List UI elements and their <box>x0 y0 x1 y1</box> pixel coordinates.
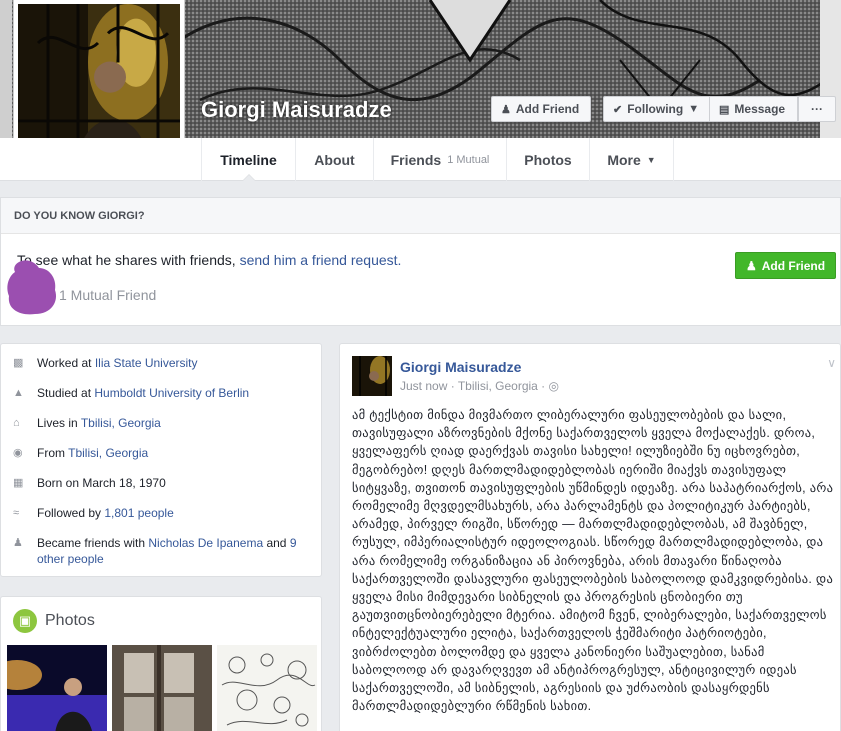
intro-followers-text: Followed by <box>37 506 105 520</box>
caret-down-icon: ▼ <box>688 103 700 115</box>
calendar-icon: ▦ <box>13 477 24 489</box>
message-button[interactable]: ▤ Message <box>709 96 798 122</box>
photo-thumbnail[interactable] <box>112 645 212 731</box>
check-icon: ✔ <box>613 103 623 116</box>
rss-icon: ≈ <box>13 507 20 519</box>
do-you-know-heading: DO YOU KNOW GIORGI? <box>1 198 840 234</box>
post-timestamp[interactable]: Just now <box>400 379 447 393</box>
cover-edge <box>0 0 12 138</box>
briefcase-icon: ▩ <box>13 357 24 369</box>
following-label: Following <box>627 102 684 116</box>
intro-friends-and: and <box>263 536 290 550</box>
post-author-name[interactable]: Giorgi Maisuradze <box>400 359 521 375</box>
do-you-know-box: DO YOU KNOW GIORGI? To see what he share… <box>0 197 841 326</box>
add-friend-label: Add Friend <box>515 102 580 116</box>
add-friend-green-label: Add Friend <box>761 258 826 273</box>
intro-lives-link[interactable]: Tbilisi, Georgia <box>81 416 161 430</box>
intro-work: ▩ Worked at Ilia State University <box>13 355 327 371</box>
photos-icon: ▣ <box>13 609 37 633</box>
post-body-text: ამ ტექსტით მინდა მივმართო ლიბერალური ფას… <box>352 408 834 714</box>
tab-photos-label: Photos <box>524 151 572 168</box>
friends-icon: ♟ <box>13 537 23 549</box>
mutual-count: 1 Mutual <box>447 153 490 166</box>
friend-request-prompt: To see what he shares with friends, send… <box>17 252 401 268</box>
intro-from-link[interactable]: Tbilisi, Georgia <box>68 446 148 460</box>
intro-education: ▲ Studied at Humboldt University of Berl… <box>13 385 327 401</box>
add-friend-icon: ♟ <box>501 103 511 116</box>
photo-thumbnail-image <box>7 645 107 731</box>
more-dots-icon: ··· <box>811 102 823 116</box>
tab-photos[interactable]: Photos <box>506 138 589 181</box>
add-friend-button[interactable]: ♟ Add Friend <box>491 96 591 122</box>
intro-from: ◉ From Tbilisi, Georgia <box>13 445 327 461</box>
post-location[interactable]: Tbilisi, Georgia <box>458 379 538 393</box>
caret-down-icon: ▼ <box>646 154 656 165</box>
home-icon: ⌂ <box>13 417 20 429</box>
intro-friends-text: Became friends with <box>37 536 149 550</box>
tab-more[interactable]: More ▼ <box>589 138 674 181</box>
intro-followers-link[interactable]: 1,801 people <box>104 506 173 520</box>
intro-education-link[interactable]: Humboldt University of Berlin <box>94 386 249 400</box>
message-label: Message <box>734 102 786 116</box>
globe-icon: ◎ <box>548 379 559 393</box>
post-meta: Just now · Tbilisi, Georgia · ◎ <box>400 379 559 393</box>
tab-about[interactable]: About <box>295 138 373 181</box>
intro-card: ▩ Worked at Ilia State University ▲ Stud… <box>0 343 322 577</box>
intro-from-text: From <box>37 446 69 460</box>
following-button[interactable]: ✔ Following ▼ <box>603 96 709 122</box>
mutual-friend-count[interactable]: 1 Mutual Friend <box>59 287 156 303</box>
location-pin-icon: ◉ <box>13 447 23 459</box>
add-friend-green-button[interactable]: ♟ Add Friend <box>735 252 836 279</box>
profile-nav-bar: Timeline About Friends 1 Mutual Photos M… <box>0 138 841 181</box>
timeline-post: Giorgi Maisuradze Just now · Tbilisi, Ge… <box>339 343 841 731</box>
add-friend-icon: ♟ <box>745 258 757 273</box>
intro-education-text: Studied at <box>37 386 95 400</box>
photos-title[interactable]: Photos <box>45 612 95 630</box>
profile-name[interactable]: Giorgi Maisuradze <box>201 97 392 123</box>
intro-friends: ♟ Became friends with Nicholas De Ipanem… <box>13 535 317 567</box>
photo-thumbnail-image <box>217 645 317 731</box>
send-friend-request-link[interactable]: send him a friend request. <box>240 252 402 268</box>
message-icon: ▤ <box>719 103 730 116</box>
more-options-button[interactable]: ··· <box>798 96 836 122</box>
chevron-down-icon[interactable]: ∨ <box>827 356 836 370</box>
profile-photo <box>18 4 180 158</box>
photo-thumbnail[interactable] <box>217 645 317 731</box>
intro-born-text: Born on March 18, 1970 <box>37 476 166 490</box>
intro-work-link[interactable]: Ilia State University <box>95 356 198 370</box>
tab-timeline[interactable]: Timeline <box>201 138 295 181</box>
tab-friends-label: Friends <box>390 151 442 168</box>
photo-thumbnail-image <box>112 645 212 731</box>
post-author-avatar[interactable] <box>352 356 392 396</box>
tab-timeline-label: Timeline <box>220 151 277 168</box>
intro-lives-text: Lives in <box>37 416 81 430</box>
tab-more-label: More <box>607 151 641 168</box>
active-tab-indicator <box>241 174 256 181</box>
photo-thumbnail[interactable] <box>7 645 107 731</box>
intro-friend-name-link[interactable]: Nicholas De Ipanema <box>148 536 263 550</box>
mutual-friend-avatar[interactable] <box>5 258 59 318</box>
intro-lives: ⌂ Lives in Tbilisi, Georgia <box>13 415 327 431</box>
intro-followers: ≈ Followed by 1,801 people <box>13 505 327 521</box>
tab-about-label: About <box>314 151 355 168</box>
intro-born: ▦ Born on March 18, 1970 <box>13 475 327 491</box>
tab-friends[interactable]: Friends 1 Mutual <box>373 138 506 181</box>
photos-card: ▣ Photos <box>0 596 322 731</box>
graduation-cap-icon: ▲ <box>13 387 24 399</box>
intro-work-text: Worked at <box>37 356 95 370</box>
